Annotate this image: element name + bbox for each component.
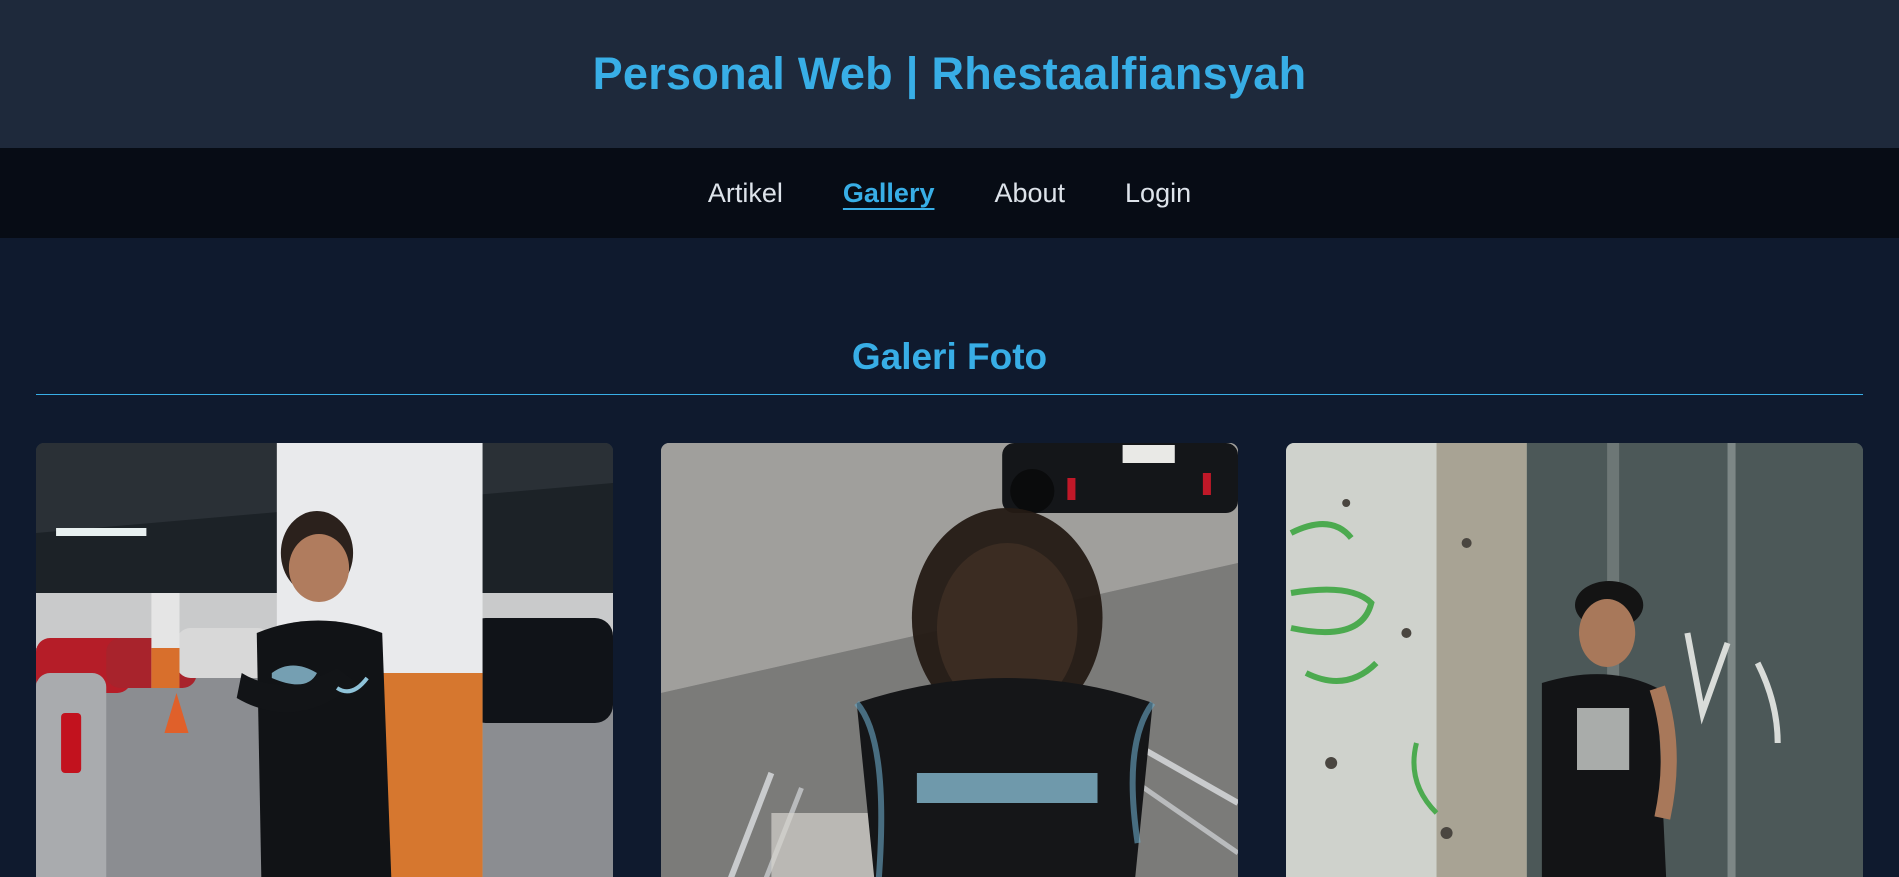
nav-item-about[interactable]: About: [994, 176, 1065, 211]
nav-item-login[interactable]: Login: [1125, 176, 1191, 211]
main-content: Galeri Foto: [0, 336, 1899, 877]
site-title: Personal Web | Rhestaalfiansyah: [592, 48, 1307, 99]
parking-garage-photo: [36, 443, 613, 877]
gallery-photo-2[interactable]: [661, 443, 1238, 877]
stairs-motion-photo: [661, 443, 1238, 877]
gallery-photo-3[interactable]: [1286, 443, 1863, 877]
photo-grid: [36, 443, 1863, 877]
site-header: Personal Web | Rhestaalfiansyah: [0, 0, 1899, 148]
main-nav: Artikel Gallery About Login: [0, 148, 1899, 238]
nav-item-artikel[interactable]: Artikel: [708, 176, 783, 211]
gallery-photo-1[interactable]: [36, 443, 613, 877]
graffiti-wall-photo: [1286, 443, 1863, 877]
gallery-heading: Galeri Foto: [36, 336, 1863, 395]
nav-item-gallery[interactable]: Gallery: [843, 176, 935, 211]
